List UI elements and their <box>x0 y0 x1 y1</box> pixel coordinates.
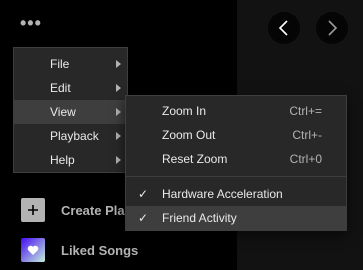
menu-item-label: File <box>50 57 70 71</box>
back-button[interactable] <box>268 12 300 44</box>
checkmark-icon: ✓ <box>137 187 149 201</box>
submenu-arrow-icon <box>116 108 121 116</box>
app-window: ••• Create Playlist Liked Songs File Edi… <box>0 0 363 270</box>
menu-item-label: Reset Zoom <box>162 152 228 166</box>
menu-item-reset-zoom[interactable]: Reset Zoom Ctrl+0 <box>126 147 346 171</box>
forward-button[interactable] <box>316 12 348 44</box>
shortcut-label: Ctrl+= <box>289 104 322 118</box>
menu-item-label: Playback <box>50 129 99 143</box>
menu-item-view[interactable]: View <box>14 100 127 124</box>
heart-icon <box>21 238 45 262</box>
menu-item-label: Zoom Out <box>162 128 216 142</box>
menu-item-label: Edit <box>50 81 71 95</box>
submenu-arrow-icon <box>116 84 121 92</box>
menu-item-edit[interactable]: Edit <box>14 76 127 100</box>
menu-item-label: Zoom In <box>162 104 207 118</box>
menu-item-friend-activity[interactable]: ✓ Friend Activity <box>126 206 346 230</box>
shortcut-label: Ctrl+0 <box>289 152 322 166</box>
submenu-arrow-icon <box>116 156 121 164</box>
menu-item-label: Friend Activity <box>162 211 237 225</box>
app-menu: File Edit View Playback Help <box>13 47 128 173</box>
menu-item-help[interactable]: Help <box>14 148 127 172</box>
chevron-right-icon <box>328 20 338 36</box>
shortcut-label: Ctrl+- <box>292 128 322 142</box>
menu-item-label: Help <box>50 153 75 167</box>
menu-item-zoom-out[interactable]: Zoom Out Ctrl+- <box>126 123 346 147</box>
app-menu-button[interactable]: ••• <box>20 13 48 37</box>
liked-songs-button[interactable]: Liked Songs <box>21 238 138 262</box>
submenu-arrow-icon <box>116 60 121 68</box>
menu-item-file[interactable]: File <box>14 52 127 76</box>
menu-separator <box>126 176 346 177</box>
menu-item-playback[interactable]: Playback <box>14 124 127 148</box>
plus-icon <box>21 198 45 222</box>
submenu-arrow-icon <box>116 132 121 140</box>
menu-item-label: Hardware Acceleration <box>162 187 283 201</box>
view-submenu: Zoom In Ctrl+= Zoom Out Ctrl+- Reset Zoo… <box>125 95 347 231</box>
liked-songs-label: Liked Songs <box>61 242 139 258</box>
menu-item-hardware-acceleration[interactable]: ✓ Hardware Acceleration <box>126 182 346 206</box>
menu-item-zoom-in[interactable]: Zoom In Ctrl+= <box>126 99 346 123</box>
chevron-left-icon <box>278 20 288 36</box>
checkmark-icon: ✓ <box>137 211 149 225</box>
menu-item-label: View <box>50 105 76 119</box>
